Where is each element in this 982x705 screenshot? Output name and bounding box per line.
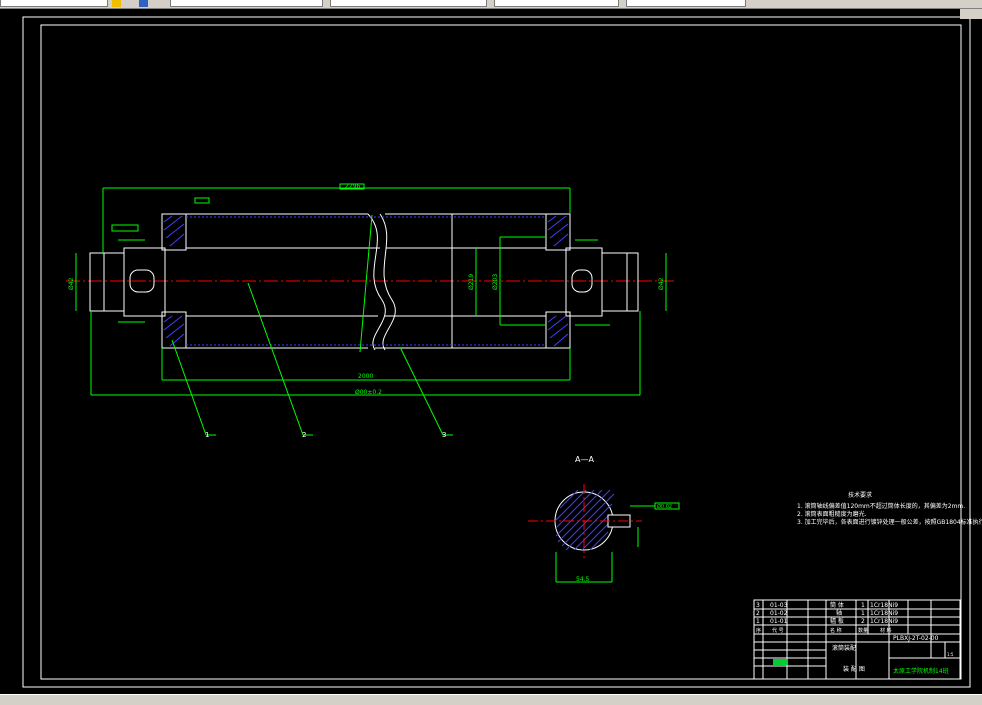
- color-dropdown[interactable]: [330, 0, 487, 7]
- title-drawing-no: PLBXJ-2T-02-00: [893, 635, 939, 642]
- title-scale: 1:5: [947, 652, 954, 657]
- bom-row-1-no: 3: [756, 602, 760, 609]
- bom-row-1-qty: 1: [861, 602, 865, 609]
- dim-right-shaft-dia: Ø42: [658, 277, 665, 290]
- section-label: A—A: [575, 455, 594, 464]
- bom-header-material: 材 料: [880, 627, 892, 634]
- tech-note-3: 3. 加工完毕后，各表面进行镀锌处理一般公差，按照GB1804标准执行.: [797, 518, 982, 526]
- title-drawing-type: 装 配 图: [843, 665, 865, 673]
- bom-row-3-material: 1Cr18Ni9: [870, 618, 898, 625]
- roller-assembly: [89, 213, 639, 351]
- layer-dropdown[interactable]: [170, 0, 323, 7]
- bom-row-1-material: 1Cr18Ni9: [870, 602, 898, 609]
- bom-row-3-no: 1: [756, 618, 760, 625]
- balloon-3: 3: [442, 431, 446, 439]
- tolerance-frame-top: [194, 197, 210, 204]
- dim-inner-dia: Ø203: [492, 274, 499, 290]
- bom-row-2-no: 2: [756, 610, 760, 617]
- section-view: 54.5 Ø0.02: [528, 484, 680, 583]
- window-controls[interactable]: [960, 9, 982, 19]
- tech-note-2: 2. 滚筒表面粗糙度为磨光.: [797, 510, 867, 518]
- lineweight-dropdown[interactable]: [626, 0, 746, 7]
- sheet-border-outer: [22, 16, 971, 688]
- dim-section-tol: Ø0.02: [657, 503, 672, 510]
- standard-toolbar-group[interactable]: [0, 0, 108, 7]
- bom-row-1-name: 筒 体: [830, 601, 844, 609]
- dim-section-width: 54.5: [576, 576, 590, 583]
- bom-header-no: 序: [756, 627, 761, 634]
- balloon-1: 1: [205, 431, 209, 439]
- dim-overall-length: 2296: [345, 183, 360, 190]
- help-icon[interactable]: [112, 0, 121, 7]
- dim-roll-length: 2000: [358, 373, 373, 380]
- balloon-2: 2: [302, 431, 306, 439]
- drawing-canvas[interactable]: 2296 2000 Ø00±0.2 Ø42 Ø42 Ø219 Ø203 1 2 …: [0, 9, 982, 694]
- dim-left-shaft-dia: Ø42: [68, 277, 75, 290]
- dimension-labels: 2296 2000 Ø00±0.2 Ø42 Ø42 Ø219 Ø203: [68, 183, 665, 396]
- cad-drawing: 2296 2000 Ø00±0.2 Ø42 Ø42 Ø219 Ø203 1 2 …: [22, 16, 982, 688]
- linetype-dropdown[interactable]: [494, 0, 619, 7]
- bom-row-2-name: 轴: [836, 609, 842, 617]
- title-block-marker: [773, 659, 787, 665]
- dim-shell-length: Ø00±0.2: [355, 389, 382, 396]
- bom-row-1-code: 01-03: [770, 602, 788, 609]
- bom-header-code: 代 号: [772, 627, 784, 634]
- toolbar: [0, 0, 982, 9]
- bom-row-3-code: 01-01: [770, 618, 788, 625]
- title-school: 太原工学院机制14班: [893, 667, 949, 675]
- layer-icon[interactable]: [139, 0, 148, 7]
- balloon-labels: 1 2 3: [205, 431, 446, 439]
- tech-title: 技术要求: [848, 491, 872, 499]
- status-bar: [0, 694, 982, 705]
- tech-note-1: 1. 滚筒轴线偏差值120mm不超过筒体长度的，其偏差为2mm.: [797, 502, 965, 510]
- sheet-border-inner: [40, 24, 962, 680]
- bom-header-name: 名 称: [830, 627, 842, 634]
- bom-row-2-material: 1Cr18Ni9: [870, 610, 898, 617]
- bom-row-3-name: 辐 板: [830, 617, 844, 625]
- bom-row-2-code: 01-02: [770, 610, 788, 617]
- dim-roll-dia: Ø219: [468, 274, 475, 290]
- bom-header-qty: 数量: [858, 627, 868, 634]
- bom-row-2-qty: 1: [861, 610, 865, 617]
- bom-row-3-qty: 2: [861, 618, 865, 625]
- technical-notes: 技术要求 1. 滚筒轴线偏差值120mm不超过筒体长度的，其偏差为2mm. 2.…: [797, 491, 982, 526]
- tolerance-frame-left: [111, 224, 139, 232]
- title-part-name: 滚筒装配: [832, 644, 856, 652]
